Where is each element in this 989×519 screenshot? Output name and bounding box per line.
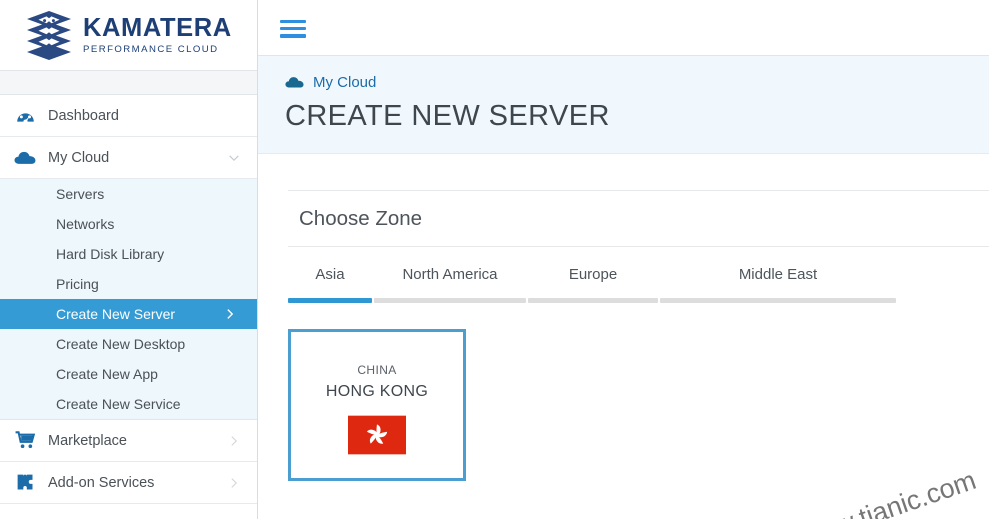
- panel-heading: Choose Zone: [288, 191, 989, 247]
- sidebar-subitem-label: Hard Disk Library: [56, 246, 165, 262]
- hamburger-menu-icon[interactable]: [280, 18, 306, 38]
- page-title: CREATE NEW SERVER: [285, 100, 610, 132]
- sidebar-subitem-create-new-desktop[interactable]: Create New Desktop: [0, 329, 257, 359]
- sidebar-subitem-label: Create New Service: [56, 396, 181, 412]
- sidebar-item-label: Marketplace: [48, 432, 127, 449]
- zone-country: CHINA: [357, 363, 397, 377]
- sidebar-subitem-label: Create New Desktop: [56, 336, 186, 352]
- zone-card-hong-kong[interactable]: CHINA HONG KONG: [288, 329, 466, 481]
- tab-europe[interactable]: Europe: [528, 266, 658, 303]
- zone-region-tabs: Asia North America Europe Middle East: [288, 266, 989, 303]
- sidebar: KAMATERA PERFORMANCE CLOUD Dashboard My …: [0, 0, 258, 519]
- page-header: My Cloud CREATE NEW SERVER: [258, 56, 989, 154]
- tab-asia[interactable]: Asia: [288, 266, 372, 303]
- speedometer-icon: [14, 105, 36, 127]
- sidebar-item-label: Add-on Services: [48, 474, 155, 491]
- sidebar-item-dashboard[interactable]: Dashboard: [0, 95, 257, 137]
- tab-label: Asia: [315, 266, 345, 283]
- cloud-icon: [14, 147, 36, 169]
- tab-underline: [660, 298, 896, 303]
- sidebar-submenu-my-cloud: Servers Networks Hard Disk Library Prici…: [0, 179, 257, 420]
- tab-underline: [288, 298, 372, 303]
- tab-label: Middle East: [738, 266, 818, 283]
- sidebar-item-label: My Cloud: [48, 149, 110, 166]
- chevron-down-icon: [229, 154, 239, 161]
- sidebar-subitem-networks[interactable]: Networks: [0, 209, 257, 239]
- sidebar-subitem-pricing[interactable]: Pricing: [0, 269, 257, 299]
- tab-middle-east[interactable]: Middle East: [660, 266, 896, 303]
- sidebar-subitem-label: Create New App: [56, 366, 158, 382]
- tab-underline: [528, 298, 658, 303]
- sidebar-item-label: Dashboard: [48, 107, 119, 124]
- brand-header[interactable]: KAMATERA PERFORMANCE CLOUD: [0, 0, 257, 70]
- stacked-hexagons-logo-icon: [27, 11, 71, 60]
- tab-label: Europe: [568, 266, 618, 283]
- chevron-right-icon: [231, 477, 238, 488]
- top-bar: [258, 0, 989, 56]
- shopping-cart-icon: [14, 430, 36, 452]
- app-root: KAMATERA PERFORMANCE CLOUD Dashboard My …: [0, 0, 989, 519]
- sidebar-subitem-create-new-app[interactable]: Create New App: [0, 359, 257, 389]
- brand-name: KAMATERA: [83, 14, 232, 43]
- puzzle-piece-icon: [14, 472, 36, 494]
- chevron-right-icon: [227, 309, 234, 319]
- zone-list: CHINA HONG KONG: [288, 329, 989, 481]
- sidebar-divider-band: [0, 70, 257, 95]
- cloud-icon: [285, 77, 304, 88]
- sidebar-subitem-label: Create New Server: [56, 306, 176, 322]
- breadcrumb-link-my-cloud[interactable]: My Cloud: [313, 74, 376, 91]
- sidebar-subitem-create-new-service[interactable]: Create New Service: [0, 389, 257, 419]
- tab-label: North America: [402, 266, 498, 283]
- zone-city: HONG KONG: [325, 383, 429, 400]
- hong-kong-flag-icon: [348, 415, 406, 455]
- tab-underline: [374, 298, 526, 303]
- sidebar-subitem-label: Servers: [56, 186, 105, 202]
- brand-text: KAMATERA PERFORMANCE CLOUD: [83, 15, 232, 55]
- sidebar-item-add-on-services[interactable]: Add-on Services: [0, 462, 257, 504]
- sidebar-subitem-create-new-server[interactable]: Create New Server: [0, 299, 257, 329]
- sidebar-item-my-cloud[interactable]: My Cloud: [0, 137, 257, 179]
- main-content: My Cloud CREATE NEW SERVER Choose Zone A…: [258, 0, 989, 519]
- sidebar-subitem-servers[interactable]: Servers: [0, 179, 257, 209]
- sidebar-subitem-label: Pricing: [56, 276, 99, 292]
- sidebar-subitem-hard-disk-library[interactable]: Hard Disk Library: [0, 239, 257, 269]
- chevron-right-icon: [231, 435, 238, 446]
- sidebar-nav: Dashboard My Cloud Servers Networks Hard…: [0, 95, 257, 504]
- sidebar-item-marketplace[interactable]: Marketplace: [0, 420, 257, 462]
- choose-zone-panel: Choose Zone Asia North America Europe Mi…: [288, 190, 989, 481]
- breadcrumb: My Cloud: [285, 72, 989, 92]
- brand-tagline: PERFORMANCE CLOUD: [83, 43, 219, 55]
- tab-north-america[interactable]: North America: [374, 266, 526, 303]
- sidebar-subitem-label: Networks: [56, 216, 115, 232]
